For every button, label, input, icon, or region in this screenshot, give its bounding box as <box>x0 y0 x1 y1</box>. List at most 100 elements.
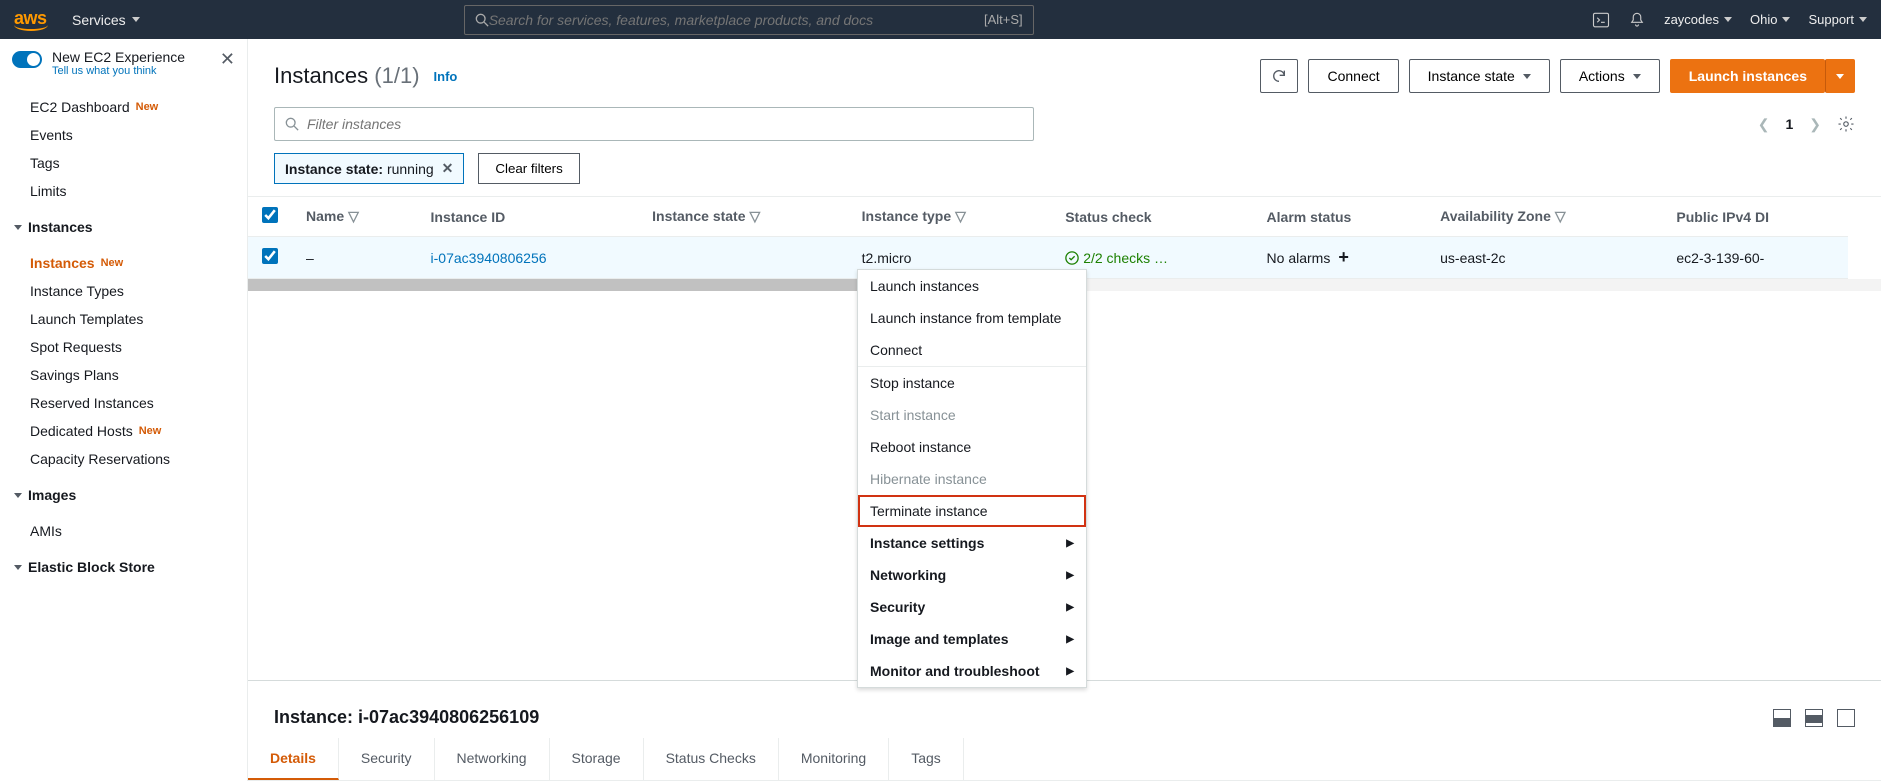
cloudshell-icon[interactable] <box>1592 11 1610 29</box>
page-title: Instances (1/1) <box>274 63 420 89</box>
global-search[interactable]: [Alt+S] <box>464 5 1034 35</box>
sidebar-capacity-reservations[interactable]: Capacity Reservations <box>30 445 247 473</box>
sidebar-instance-types[interactable]: Instance Types <box>30 277 247 305</box>
submenu-arrow-icon: ▶ <box>1066 570 1074 581</box>
tab-status-checks[interactable]: Status Checks <box>644 738 779 780</box>
sidebar-amis[interactable]: AMIs <box>30 517 247 545</box>
bell-icon[interactable] <box>1628 11 1646 29</box>
cell-instance-state <box>638 237 848 279</box>
new-experience-banner: New EC2 Experience Tell us what you thin… <box>0 39 247 87</box>
tab-tags[interactable]: Tags <box>889 738 964 780</box>
sidebar-ec2-dashboard[interactable]: EC2 Dashboard New <box>30 93 247 121</box>
cell-name: – <box>292 237 417 279</box>
global-search-input[interactable] <box>489 12 984 28</box>
page-prev[interactable]: ❮ <box>1758 116 1770 133</box>
col-instance-type[interactable]: Instance type▽ <box>848 197 1052 237</box>
cell-az: us-east-2c <box>1426 237 1662 279</box>
tab-monitoring[interactable]: Monitoring <box>779 738 889 780</box>
gear-icon[interactable] <box>1837 115 1855 133</box>
content: Instances (1/1) Info Connect Instance st… <box>248 39 1881 781</box>
sidebar: New EC2 Experience Tell us what you thin… <box>0 39 248 781</box>
ctx-monitor-troubleshoot[interactable]: Monitor and troubleshoot▶ <box>858 655 1086 687</box>
services-menu[interactable]: Services <box>72 12 140 28</box>
col-instance-state[interactable]: Instance state▽ <box>638 197 848 237</box>
tab-security[interactable]: Security <box>339 738 435 780</box>
table-header-row: Name▽ Instance ID Instance state▽ Instan… <box>248 197 1848 237</box>
tab-details[interactable]: Details <box>248 738 339 780</box>
submenu-arrow-icon: ▶ <box>1066 666 1074 677</box>
sidebar-launch-templates[interactable]: Launch Templates <box>30 305 247 333</box>
region-menu[interactable]: Ohio <box>1750 12 1790 27</box>
submenu-arrow-icon: ▶ <box>1066 538 1074 549</box>
new-experience-title: New EC2 Experience <box>52 49 185 65</box>
remove-token-icon[interactable]: ✕ <box>442 160 454 177</box>
add-alarm-icon[interactable]: + <box>1338 247 1349 268</box>
connect-button[interactable]: Connect <box>1308 59 1398 93</box>
panel-layout-split-icon[interactable] <box>1805 709 1823 727</box>
detail-panel-title: Instance: i-07ac3940806256109 <box>274 707 539 728</box>
tab-networking[interactable]: Networking <box>435 738 550 780</box>
panel-layout-bottom-icon[interactable] <box>1773 709 1791 727</box>
info-link[interactable]: Info <box>434 69 458 84</box>
ctx-launch-from-template[interactable]: Launch instance from template <box>858 302 1086 334</box>
close-icon[interactable]: ✕ <box>220 49 235 70</box>
ctx-networking[interactable]: Networking▶ <box>858 559 1086 591</box>
col-status-check[interactable]: Status check <box>1051 197 1252 237</box>
ctx-terminate-instance[interactable]: Terminate instance <box>858 495 1086 527</box>
cell-alarm-status: No alarms+ <box>1267 247 1413 268</box>
col-instance-id[interactable]: Instance ID <box>417 197 639 237</box>
launch-instances-button[interactable]: Launch instances <box>1670 59 1825 93</box>
sidebar-tags[interactable]: Tags <box>30 149 247 177</box>
refresh-button[interactable] <box>1260 59 1298 93</box>
ctx-instance-settings[interactable]: Instance settings▶ <box>858 527 1086 559</box>
sidebar-ebs-heading[interactable]: Elastic Block Store <box>0 551 247 583</box>
submenu-arrow-icon: ▶ <box>1066 602 1074 613</box>
account-menu[interactable]: zaycodes <box>1664 12 1732 27</box>
sidebar-dedicated-hosts[interactable]: Dedicated Hosts New <box>30 417 247 445</box>
instances-table: Name▽ Instance ID Instance state▽ Instan… <box>248 197 1848 279</box>
col-public-dns[interactable]: Public IPv4 DI <box>1662 197 1848 237</box>
sidebar-instances[interactable]: Instances New <box>30 249 247 277</box>
sidebar-spot-requests[interactable]: Spot Requests <box>30 333 247 361</box>
sidebar-reserved-instances[interactable]: Reserved Instances <box>30 389 247 417</box>
new-experience-toggle[interactable] <box>12 51 42 68</box>
page-next[interactable]: ❯ <box>1809 116 1821 133</box>
refresh-icon <box>1271 68 1287 84</box>
col-name[interactable]: Name▽ <box>292 197 417 237</box>
search-shortcut: [Alt+S] <box>984 12 1023 27</box>
ctx-stop-instance[interactable]: Stop instance <box>858 367 1086 399</box>
col-az[interactable]: Availability Zone▽ <box>1426 197 1662 237</box>
submenu-arrow-icon: ▶ <box>1066 634 1074 645</box>
filter-instances-input[interactable] <box>307 116 1023 132</box>
ctx-connect[interactable]: Connect <box>858 334 1086 366</box>
ctx-launch-instances[interactable]: Launch instances <box>858 270 1086 302</box>
support-menu[interactable]: Support <box>1808 12 1867 27</box>
tab-storage[interactable]: Storage <box>550 738 644 780</box>
clear-filters-button[interactable]: Clear filters <box>478 153 579 184</box>
ctx-security[interactable]: Security▶ <box>858 591 1086 623</box>
actions-menu[interactable]: Actions <box>1560 59 1660 93</box>
panel-layout-full-icon[interactable] <box>1837 709 1855 727</box>
sidebar-limits[interactable]: Limits <box>30 177 247 205</box>
instance-state-menu[interactable]: Instance state <box>1409 59 1550 93</box>
sidebar-images-heading[interactable]: Images <box>0 479 247 511</box>
launch-instances-dropdown[interactable] <box>1825 59 1855 93</box>
sidebar-instances-heading[interactable]: Instances <box>0 211 247 243</box>
page-number: 1 <box>1785 116 1793 132</box>
sidebar-events[interactable]: Events <box>30 121 247 149</box>
ctx-image-templates[interactable]: Image and templates▶ <box>858 623 1086 655</box>
cell-public-dns: ec2-3-139-60- <box>1662 237 1848 279</box>
ctx-reboot-instance[interactable]: Reboot instance <box>858 431 1086 463</box>
select-all-checkbox[interactable] <box>262 207 278 223</box>
cell-instance-id-link[interactable]: i-07ac3940806256 <box>431 250 547 266</box>
global-nav: aws Services [Alt+S] zaycodes Ohio Suppo… <box>0 0 1881 39</box>
sidebar-savings-plans[interactable]: Savings Plans <box>30 361 247 389</box>
aws-logo[interactable]: aws <box>14 8 48 31</box>
filter-instances-input-wrap[interactable] <box>274 107 1034 141</box>
col-alarm-status[interactable]: Alarm status <box>1253 197 1427 237</box>
ctx-hibernate-instance: Hibernate instance <box>858 463 1086 495</box>
instance-context-menu: Launch instances Launch instance from te… <box>857 269 1087 688</box>
row-checkbox[interactable] <box>262 248 278 264</box>
new-experience-feedback-link[interactable]: Tell us what you think <box>52 65 185 77</box>
filter-token-instance-state[interactable]: Instance state: running ✕ <box>274 153 464 184</box>
